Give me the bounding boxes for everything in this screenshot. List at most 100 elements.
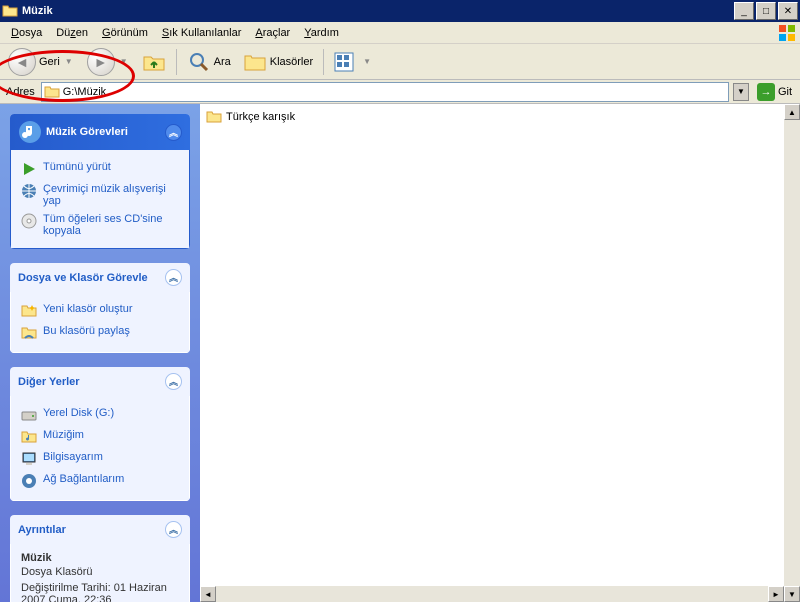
views-icon bbox=[334, 52, 358, 72]
titlebar: Müzik _ □ ✕ bbox=[0, 0, 800, 22]
disk-icon bbox=[21, 407, 37, 423]
back-button[interactable]: ◄ Geri ▼ bbox=[4, 47, 79, 77]
music-folder-icon bbox=[21, 429, 37, 445]
toolbar-divider-2 bbox=[323, 49, 324, 75]
minimize-button[interactable]: _ bbox=[734, 2, 754, 20]
task-share-folder[interactable]: Bu klasörü paylaş bbox=[21, 322, 179, 344]
other-local-disk[interactable]: Yerel Disk (G:) bbox=[21, 404, 179, 426]
music-note-icon bbox=[18, 120, 42, 144]
address-field[interactable]: G:\Müzik bbox=[41, 82, 729, 102]
menu-gorunum[interactable]: Görünüm bbox=[95, 25, 155, 41]
other-my-music[interactable]: Müziğim bbox=[21, 426, 179, 448]
address-dropdown-button[interactable]: ▼ bbox=[733, 83, 749, 101]
share-folder-icon bbox=[21, 325, 37, 341]
collapse-icon[interactable]: ︽ bbox=[165, 124, 182, 141]
other-my-computer[interactable]: Bilgisayarım bbox=[21, 448, 179, 470]
window-title: Müzik bbox=[22, 5, 734, 17]
back-dropdown-icon[interactable]: ▼ bbox=[63, 57, 75, 66]
file-view: Türkçe karışık ▲ ▼ ◄ ► bbox=[200, 104, 800, 602]
horizontal-scrollbar[interactable]: ◄ ► bbox=[200, 586, 784, 602]
scroll-right-button[interactable]: ► bbox=[768, 586, 784, 602]
menubar: Dosya Düzen Görünüm Sık Kullanılanlar Ar… bbox=[0, 22, 800, 44]
other-places-box: Diğer Yerler ︽ Yerel Disk (G:) Müziğim B… bbox=[10, 367, 190, 501]
task-play-all[interactable]: Tümünü yürüt bbox=[21, 158, 179, 180]
file-tasks-title: Dosya ve Klasör Görevle bbox=[18, 272, 148, 284]
details-name: Müzik bbox=[21, 552, 179, 564]
network-icon bbox=[21, 473, 37, 489]
other-places-body: Yerel Disk (G:) Müziğim Bilgisayarım Ağ … bbox=[10, 396, 190, 501]
details-header[interactable]: Ayrıntılar ︽ bbox=[10, 515, 190, 544]
address-label: Adres bbox=[4, 86, 37, 98]
file-tasks-header[interactable]: Dosya ve Klasör Görevle ︽ bbox=[10, 263, 190, 292]
go-arrow-icon: → bbox=[757, 83, 775, 101]
content-area: Müzik Görevleri ︽ Tümünü yürüt Çevrimiçi… bbox=[0, 104, 800, 602]
vertical-scrollbar[interactable]: ▲ ▼ bbox=[784, 104, 800, 602]
details-type: Dosya Klasörü bbox=[21, 566, 179, 578]
menu-dosya[interactable]: Dosya bbox=[4, 25, 49, 41]
folders-button[interactable]: Klasörler bbox=[239, 47, 317, 77]
details-title: Ayrıntılar bbox=[18, 524, 66, 536]
back-arrow-icon: ◄ bbox=[8, 48, 36, 76]
new-folder-icon bbox=[21, 303, 37, 319]
scroll-track[interactable] bbox=[784, 120, 800, 586]
menu-yardim[interactable]: Yardım bbox=[297, 25, 346, 41]
address-path: G:\Müzik bbox=[63, 86, 106, 98]
folder-icon bbox=[206, 109, 222, 125]
details-body: Müzik Dosya Klasörü Değiştirilme Tarihi:… bbox=[10, 544, 190, 602]
maximize-button[interactable]: □ bbox=[756, 2, 776, 20]
task-new-folder[interactable]: Yeni klasör oluştur bbox=[21, 300, 179, 322]
task-shop-online[interactable]: Çevrimiçi müzik alışverişi yap bbox=[21, 180, 179, 210]
music-tasks-body: Tümünü yürüt Çevrimiçi müzik alışverişi … bbox=[10, 150, 190, 249]
menu-sik-kullanilanlar[interactable]: Sık Kullanılanlar bbox=[155, 25, 249, 41]
other-places-title: Diğer Yerler bbox=[18, 376, 80, 388]
views-button[interactable]: ▼ bbox=[330, 47, 377, 77]
side-panel: Müzik Görevleri ︽ Tümünü yürüt Çevrimiçi… bbox=[0, 104, 200, 602]
scroll-track-h[interactable] bbox=[216, 586, 768, 602]
folders-icon bbox=[243, 50, 267, 74]
forward-arrow-icon: ► bbox=[87, 48, 115, 76]
play-icon bbox=[21, 161, 37, 177]
forward-button[interactable]: ► ▼ bbox=[83, 47, 134, 77]
collapse-icon[interactable]: ︽ bbox=[165, 269, 182, 286]
music-tasks-header[interactable]: Müzik Görevleri ︽ bbox=[10, 114, 190, 150]
toolbar-divider bbox=[176, 49, 177, 75]
scroll-up-button[interactable]: ▲ bbox=[784, 104, 800, 120]
folders-label: Klasörler bbox=[270, 56, 313, 68]
back-label: Geri bbox=[39, 56, 60, 68]
other-places-header[interactable]: Diğer Yerler ︽ bbox=[10, 367, 190, 396]
window-controls: _ □ ✕ bbox=[734, 2, 798, 20]
music-tasks-box: Müzik Görevleri ︽ Tümünü yürüt Çevrimiçi… bbox=[10, 114, 190, 249]
views-dropdown-icon[interactable]: ▼ bbox=[361, 57, 373, 66]
file-name: Türkçe karışık bbox=[226, 111, 295, 123]
menu-duzen[interactable]: Düzen bbox=[49, 25, 95, 41]
search-icon bbox=[187, 50, 211, 74]
other-network[interactable]: Ağ Bağlantılarım bbox=[21, 470, 179, 492]
go-button[interactable]: → Git bbox=[753, 83, 796, 101]
scroll-left-button[interactable]: ◄ bbox=[200, 586, 216, 602]
folder-icon bbox=[2, 3, 18, 19]
windows-logo-icon bbox=[778, 24, 796, 42]
cd-icon bbox=[21, 213, 37, 229]
computer-icon bbox=[21, 451, 37, 467]
address-bar: Adres G:\Müzik ▼ → Git bbox=[0, 80, 800, 104]
music-tasks-title: Müzik Görevleri bbox=[46, 126, 128, 138]
globe-icon bbox=[21, 183, 37, 199]
forward-dropdown-icon[interactable]: ▼ bbox=[118, 57, 130, 66]
close-button[interactable]: ✕ bbox=[778, 2, 798, 20]
collapse-icon[interactable]: ︽ bbox=[165, 373, 182, 390]
search-button[interactable]: Ara bbox=[183, 47, 235, 77]
menu-araclar[interactable]: Araçlar bbox=[248, 25, 297, 41]
details-box: Ayrıntılar ︽ Müzik Dosya Klasörü Değişti… bbox=[10, 515, 190, 602]
up-button[interactable] bbox=[138, 47, 170, 77]
go-label: Git bbox=[778, 86, 792, 98]
details-modified: Değiştirilme Tarihi: 01 Haziran 2007 Cum… bbox=[21, 582, 179, 602]
task-copy-cd[interactable]: Tüm öğeleri ses CD'sine kopyala bbox=[21, 210, 179, 240]
file-item[interactable]: Türkçe karışık bbox=[204, 108, 780, 126]
collapse-icon[interactable]: ︽ bbox=[165, 521, 182, 538]
address-folder-icon bbox=[44, 84, 60, 100]
scroll-down-button[interactable]: ▼ bbox=[784, 586, 800, 602]
up-folder-icon bbox=[142, 50, 166, 74]
toolbar: ◄ Geri ▼ ► ▼ Ara Klasörler ▼ bbox=[0, 44, 800, 80]
file-list[interactable]: Türkçe karışık bbox=[200, 104, 784, 602]
search-label: Ara bbox=[214, 56, 231, 68]
